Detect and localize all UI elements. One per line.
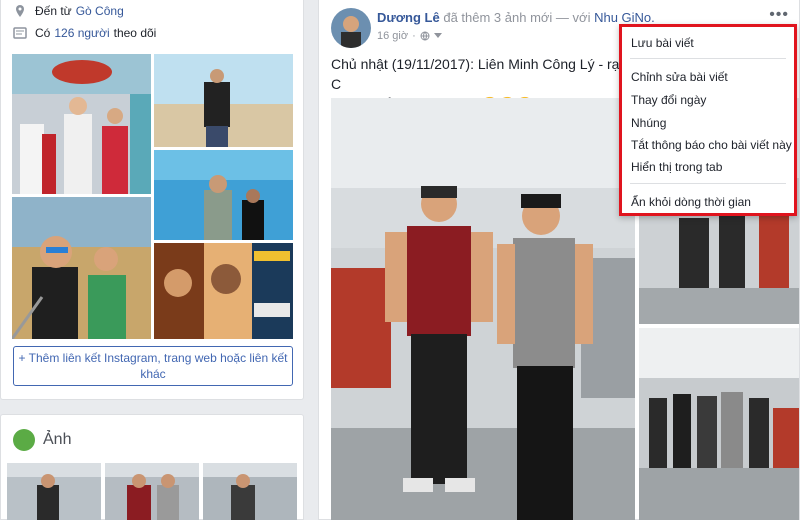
menu-item-turn-off-notifications[interactable]: Tắt thông báo cho bài viết này [631,138,792,152]
hometown-link[interactable]: Gò Công [76,4,124,18]
followers-prefix: Có [35,26,51,40]
photos-icon [13,429,35,451]
featured-photo-wedding-image [12,54,151,194]
photo-thumb-image [203,463,297,520]
add-link-button[interactable]: + Thêm liên kết Instagram, trang web hoặ… [13,346,293,386]
chevron-down-icon[interactable] [433,33,442,39]
post-time[interactable]: 16 giờ [377,30,408,42]
featured-photos-grid [12,54,293,339]
author-name[interactable]: Dương Lê [377,10,440,25]
photos-card: Ảnh [0,414,304,520]
intro-card: Đến từ Gò Công Có 126 người theo dõi + T… [0,0,304,400]
featured-photo-seaside[interactable] [154,54,293,147]
post-options-menu: Lưu bài viết Chỉnh sửa bài viết Thay đổi… [619,24,797,216]
tagged-friend[interactable]: Nhu GiNo. [594,10,655,25]
more-dots-icon[interactable]: ••• [769,6,789,24]
featured-photo-water-image [154,150,293,240]
menu-item-embed[interactable]: Nhúng [631,116,666,130]
followers-link[interactable]: 126 người [54,26,109,40]
post-meta: 16 giờ · [377,30,442,42]
menu-item-change-date[interactable]: Thay đổi ngày [631,93,706,107]
post-main-photo-image [331,98,635,520]
globe-icon [420,31,430,41]
meta-separator: · [412,30,416,42]
menu-divider [630,58,786,59]
followers-row: Có 126 người theo dõi [13,26,156,40]
featured-photo-wedding[interactable] [12,54,151,194]
featured-photo-seaside-image [154,54,293,147]
post-side-photo-bottom-image [639,328,799,520]
menu-item-show-in-tab[interactable]: Hiển thị trong tab [631,160,722,174]
menu-divider [630,183,786,184]
photo-thumb[interactable] [203,463,297,520]
author-avatar[interactable] [331,8,371,48]
featured-photo-selfie-image [12,197,151,339]
featured-photo-poster-image [154,243,293,339]
featured-photo-water[interactable] [154,150,293,240]
followers-suffix: theo dõi [113,26,157,40]
location-pin-icon [16,5,24,17]
featured-photo-poster[interactable] [154,243,293,339]
menu-item-save-post[interactable]: Lưu bài viết [631,36,694,50]
menu-item-hide-from-timeline[interactable]: Ẩn khỏi dòng thời gian [631,195,751,209]
photo-thumb-image [105,463,199,520]
add-link-label: + Thêm liên kết Instagram, trang web hoặ… [18,351,288,381]
post-header: Dương Lê đã thêm 3 ảnh mới — với Nhu GiN… [377,10,655,25]
post-action: đã thêm 3 ảnh mới — với [443,10,591,25]
post-text-line: Chủ nhật (19/11/2017): Liên Minh Công Lý… [331,56,628,92]
followers-icon [13,27,27,39]
post-main-photo[interactable] [331,98,635,520]
photos-title[interactable]: Ảnh [43,431,71,449]
hometown-row: Đến từ Gò Công [13,4,124,18]
featured-photo-selfie[interactable] [12,197,151,339]
author-avatar-image [331,8,371,48]
photo-thumb-image [7,463,101,520]
menu-item-edit-post[interactable]: Chỉnh sửa bài viết [631,70,728,84]
post-side-photo-bottom[interactable] [639,328,799,520]
photo-thumb[interactable] [7,463,101,520]
hometown-label: Đến từ [35,4,72,18]
photo-thumb[interactable] [105,463,199,520]
